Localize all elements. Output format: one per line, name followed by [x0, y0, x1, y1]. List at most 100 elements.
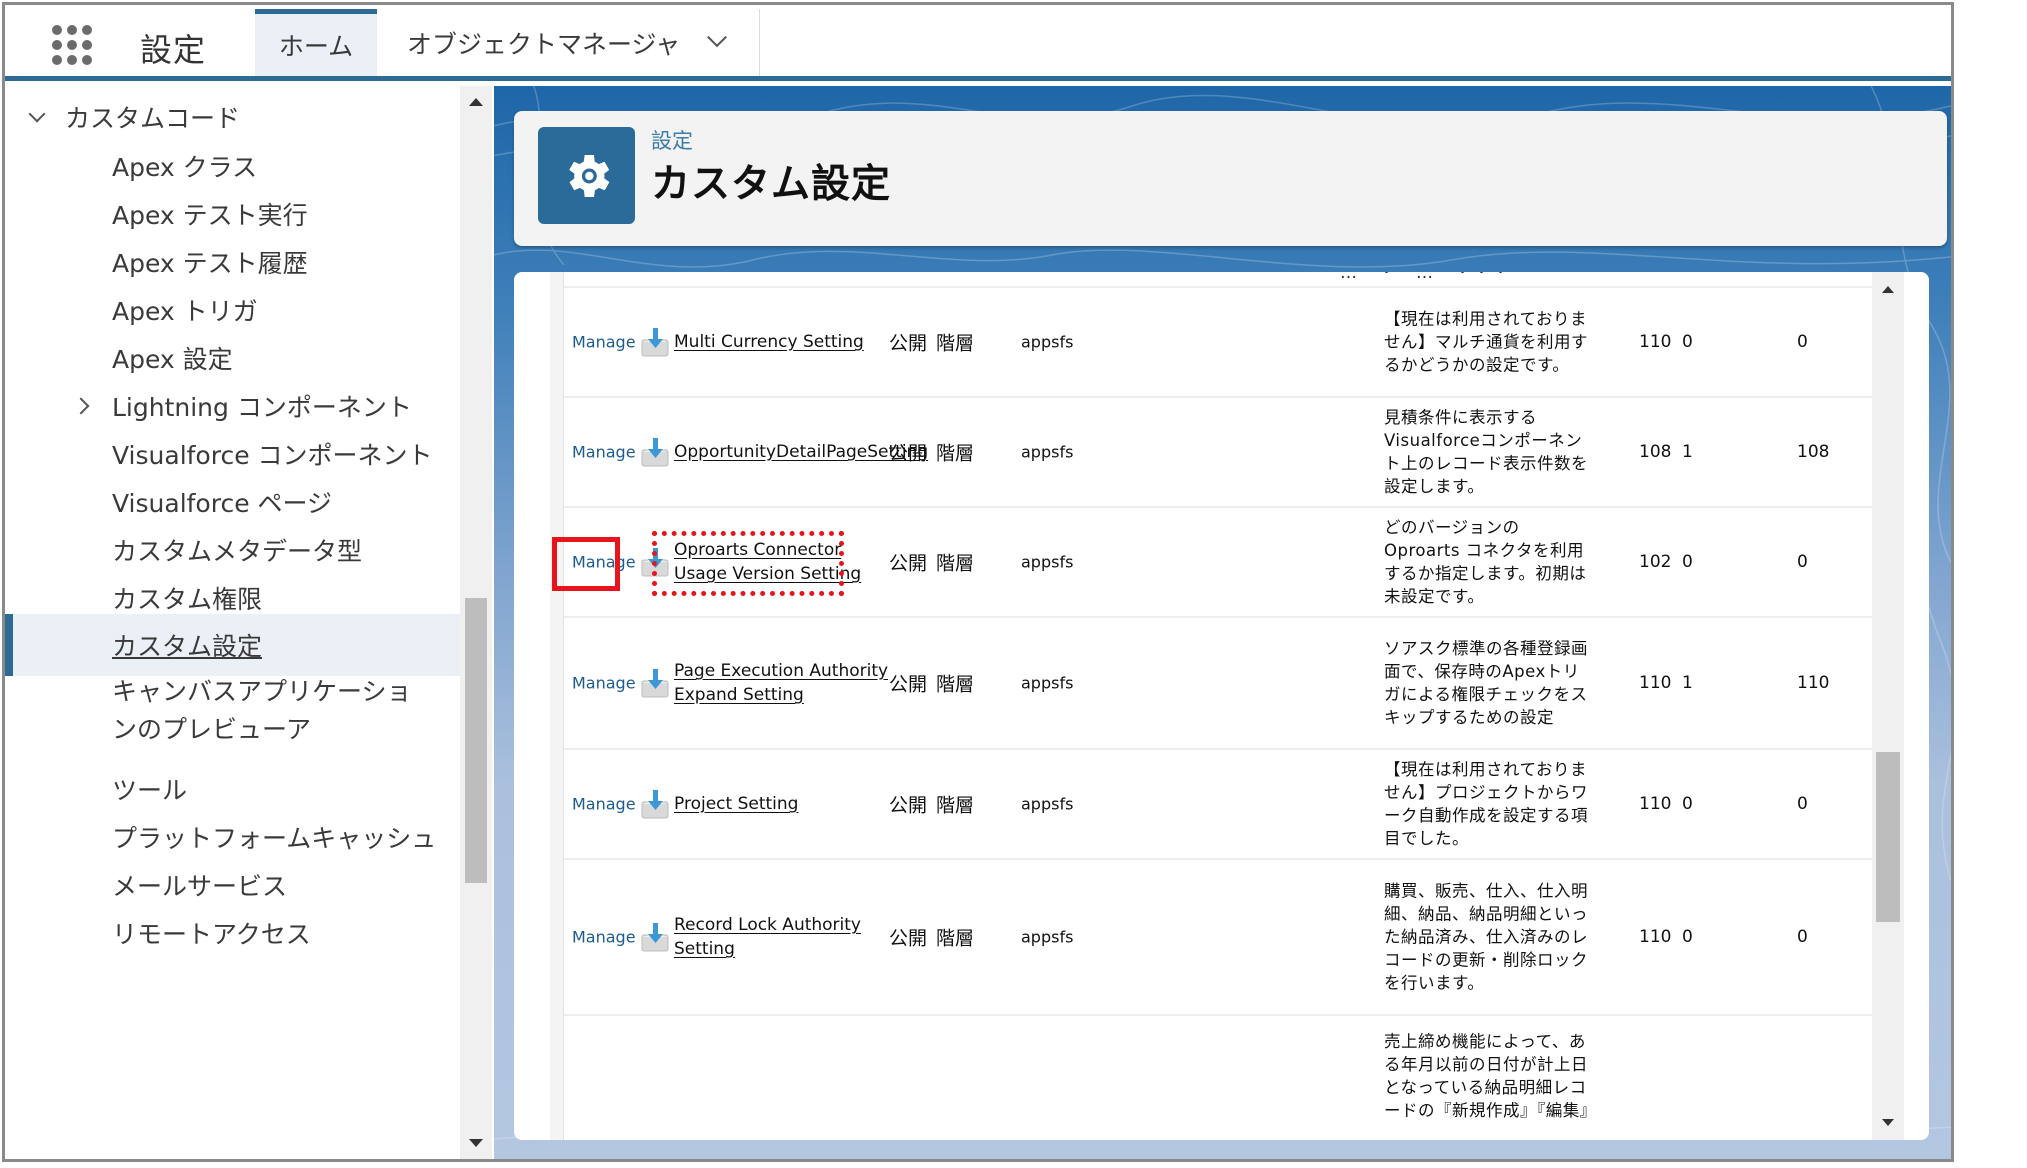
sidebar-item-label: Lightning コンポーネント [112, 393, 412, 422]
sidebar-scrollbar[interactable] [460, 86, 492, 1159]
setting-type-value: 階層 [936, 927, 975, 950]
namespace-prefix: appsfs [1021, 673, 1074, 693]
setting-name-link[interactable]: Oproarts Connector Usage Version Setting [674, 538, 889, 586]
table-scrollbar[interactable] [1872, 272, 1904, 1140]
scroll-up-arrow-icon[interactable] [469, 98, 483, 106]
record-count: 0 [1682, 794, 1693, 814]
app-launcher-grid-icon[interactable] [52, 25, 96, 67]
breadcrumb: 設定 [651, 129, 693, 153]
namespace-prefix: appsfs [1021, 927, 1074, 947]
setting-name-link[interactable]: Record Lock Authority Setting [674, 913, 889, 961]
setting-name-link[interactable]: Page Execution Authority Expand Setting [674, 659, 889, 707]
chevron-down-icon[interactable] [28, 105, 46, 123]
table-row: Manage Project Setting 公開 階層 appsfs 【現在は利用されて… [564, 750, 1872, 860]
manage-link[interactable]: Manage [572, 928, 636, 947]
global-header: 設定 ホーム オブジェクトマネージャ [5, 5, 1951, 81]
sidebar-item-label: ツール [112, 776, 188, 805]
sidebar-item-label: Apex トリガ [112, 297, 258, 326]
sidebar-item-label: カスタムメタデータ型 [112, 537, 363, 566]
sidebar-item-label: Visualforce ページ [112, 489, 333, 518]
visibility-value: 公開 [889, 927, 928, 950]
table-row: Manage Oproarts Connector Usage Version S… [564, 508, 1872, 618]
sidebar-item[interactable]: キャンバスアプリケーションのプレビューア [5, 661, 460, 759]
tab-home-label: ホーム [278, 32, 354, 61]
manage-link[interactable]: Manage [572, 674, 636, 693]
description-text: どのバージョンのOproarts コネクタを利用するか指定します。初期は未設定で… [1384, 518, 1587, 606]
installed-package-icon [639, 921, 671, 953]
installed-package-icon [639, 436, 671, 468]
sidebar-item[interactable]: リモートアクセス [5, 902, 460, 964]
manage-link[interactable]: Manage [572, 443, 636, 462]
namespace-prefix: appsfs [1021, 442, 1074, 462]
sidebar-item-label: Visualforce コンポーネント [112, 441, 433, 470]
sidebar-item-label: リモートアクセス [112, 920, 311, 949]
main-content: 設定 カスタム設定 …ー・ー…ー・・・ Manage Multi Currency… [494, 86, 1951, 1159]
total-size: 0 [1797, 794, 1808, 814]
table-scroll-thumb[interactable] [1876, 752, 1900, 922]
description-text: 【現在は利用されておりません】マルチ通貨を利用するかどうかの設定です。 [1384, 309, 1588, 375]
description-text: ソアスク標準の各種登録画面で、保存時のApexトリガによる権限チェックをスキップ… [1384, 639, 1588, 727]
table-row: 売上締め機能によって、ある年月以前の日付が計上日となっている納品明細レコードの『… [564, 1016, 1872, 1140]
setup-sidebar: カスタムコード Apex クラス Apex テスト実行 Apex テスト履歴 Apex … [5, 86, 494, 1159]
description-text: 売上締め機能によって、ある年月以前の日付が計上日となっている納品明細レコードの『… [1384, 1032, 1597, 1120]
total-size: 0 [1797, 332, 1808, 352]
total-size: 110 [1797, 673, 1830, 693]
visibility-value: 公開 [889, 552, 928, 575]
sidebar-item-label: カスタムコード [65, 104, 241, 133]
custom-settings-table-card: …ー・ー…ー・・・ Manage Multi Currency Setting 公開… [514, 272, 1929, 1140]
setup-window: 設定 ホーム オブジェクトマネージャ カスタムコード Apex クラス Apex テ… [2, 2, 1954, 1162]
sidebar-scroll-thumb[interactable] [465, 598, 487, 883]
namespace-prefix: appsfs [1021, 552, 1074, 572]
record-count: 1 [1682, 673, 1693, 693]
namespace-prefix: appsfs [1021, 332, 1074, 352]
installed-package-icon [639, 788, 671, 820]
visibility-value: 公開 [889, 332, 928, 355]
visibility-value: 公開 [889, 442, 928, 465]
description-text: 購買、販売、仕入、仕入明細、納品、納品明細といった納品済み、仕入済みのレコードの… [1384, 881, 1588, 993]
table-row: Manage OpportunityDetailPageSetting 公開 階層 ap… [564, 398, 1872, 508]
sidebar-item-label: メールサービス [112, 872, 288, 901]
setting-name-link[interactable]: OpportunityDetailPageSetting [674, 440, 928, 464]
manage-link[interactable]: Manage [572, 553, 636, 572]
sidebar-item-label: カスタム権限 [112, 585, 263, 614]
record-count: 0 [1682, 552, 1693, 572]
total-size: 0 [1797, 927, 1808, 947]
setting-name-link[interactable]: Multi Currency Setting [674, 330, 889, 354]
setting-name-link[interactable]: Project Setting [674, 792, 889, 816]
visibility-value: 公開 [889, 794, 928, 817]
visibility-value: 公開 [889, 673, 928, 696]
installed-package-icon [639, 326, 671, 358]
installed-package-icon [639, 546, 671, 578]
table-row: Manage Page Execution Authority Expand Se… [564, 618, 1872, 750]
tab-object-manager[interactable]: オブジェクトマネージャ [377, 9, 760, 76]
tab-home[interactable]: ホーム [255, 9, 377, 76]
scroll-down-arrow-icon[interactable] [469, 1139, 483, 1147]
manage-link[interactable]: Manage [572, 795, 636, 814]
manage-link[interactable]: Manage [572, 333, 636, 352]
record-count: 0 [1682, 927, 1693, 947]
size-per-record: 108 [1639, 442, 1672, 462]
table-row: Manage Record Lock Authority Setting 公開 階層 a… [564, 860, 1872, 1016]
sidebar-item-label: Apex テスト履歴 [112, 249, 308, 278]
setting-type-value: 階層 [936, 794, 975, 817]
setting-type-value: 階層 [936, 673, 975, 696]
scroll-down-arrow-icon[interactable] [1882, 1119, 1894, 1126]
sidebar-item-label: Apex 設定 [112, 345, 233, 374]
record-count: 1 [1682, 442, 1693, 462]
chevron-right-icon[interactable] [72, 397, 90, 415]
table-left-rail [550, 272, 564, 1140]
setting-type-value: 階層 [936, 442, 975, 465]
scroll-up-arrow-icon[interactable] [1882, 286, 1894, 293]
page-header: 設定 カスタム設定 [514, 111, 1947, 246]
record-count: 0 [1682, 332, 1693, 352]
sidebar-item-label: キャンバスアプリケーションのプレビューア [112, 677, 412, 744]
sidebar-item-label: Apex テスト実行 [112, 201, 308, 230]
size-per-record: 110 [1639, 673, 1672, 693]
size-per-record: 110 [1639, 332, 1672, 352]
chevron-down-icon[interactable] [707, 26, 728, 47]
tab-object-manager-label: オブジェクトマネージャ [407, 29, 681, 59]
size-per-record: 110 [1639, 794, 1672, 814]
size-per-record: 102 [1639, 552, 1672, 572]
sidebar-item-label: Apex クラス [112, 153, 258, 182]
cut-off-description: …ー・ー…ー・・・ [1340, 272, 1511, 283]
